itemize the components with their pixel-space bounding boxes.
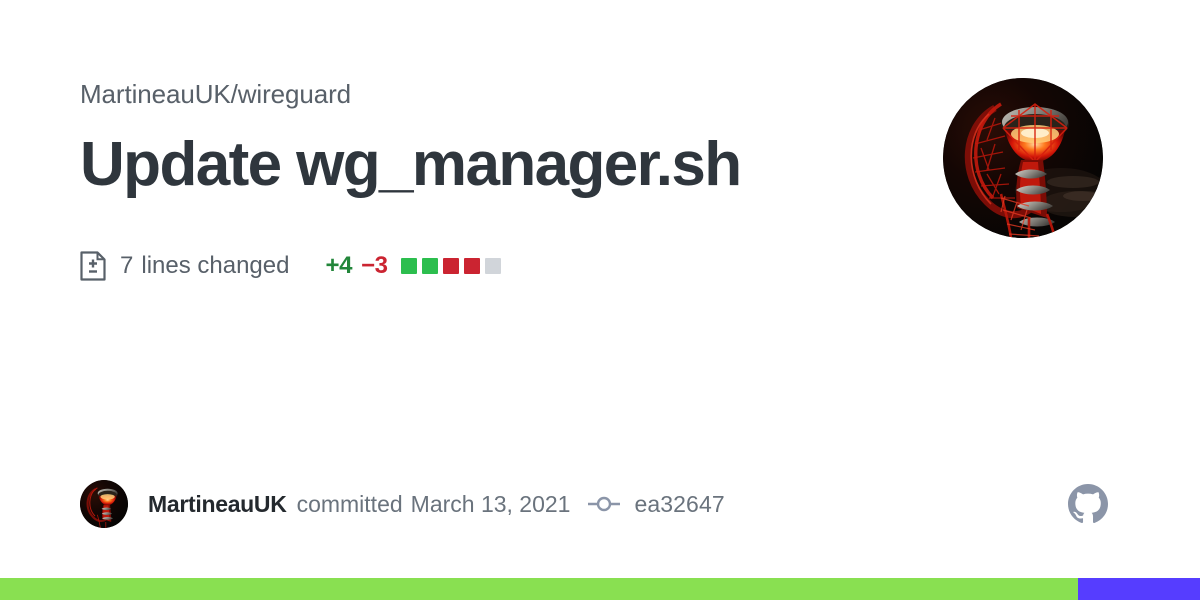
diff-block-bar — [400, 258, 501, 274]
diff-numbers: +4 −3 — [325, 252, 501, 280]
repository-full-name[interactable]: MartineauUK/wireguard — [80, 78, 910, 110]
commit-message-title[interactable]: Update wg_manager.sh — [80, 128, 910, 202]
diff-block-neutral — [484, 258, 501, 274]
diff-stat-row: 7 lines changed +4 −3 — [80, 248, 501, 284]
commit-social-preview-card: MartineauUK/wireguard Update wg_manager.… — [0, 0, 1200, 600]
diff-block-addition — [400, 258, 417, 274]
github-mark-icon — [1068, 484, 1108, 524]
lines-changed-label: lines changed — [141, 252, 290, 279]
additions-count: +4 — [325, 252, 353, 279]
commit-attribution-row: MartineauUK committed March 13, 2021 ea3… — [80, 480, 725, 528]
commit-header: MartineauUK/wireguard Update wg_manager.… — [80, 78, 910, 202]
avatar-artwork — [943, 78, 1103, 238]
language-segment-other — [1077, 578, 1200, 600]
repository-language-bar — [0, 578, 1200, 600]
commit-author-name[interactable]: MartineauUK — [148, 490, 287, 518]
avatar-artwork-small — [80, 480, 128, 528]
commit-date: March 13, 2021 — [410, 491, 571, 517]
lines-changed-count: 7 — [120, 252, 134, 279]
file-diff-icon — [80, 251, 106, 281]
diff-block-deletion — [463, 258, 480, 274]
owner-avatar-large[interactable] — [943, 78, 1103, 238]
diff-block-addition — [421, 258, 438, 274]
commit-sha[interactable]: ea32647 — [634, 490, 724, 518]
commit-verb-label: committed — [296, 491, 403, 517]
git-commit-icon — [588, 496, 621, 512]
diff-block-deletion — [442, 258, 459, 274]
language-segment-shell — [0, 578, 1078, 600]
author-avatar-small[interactable] — [80, 480, 128, 528]
deletions-count: −3 — [361, 252, 388, 279]
